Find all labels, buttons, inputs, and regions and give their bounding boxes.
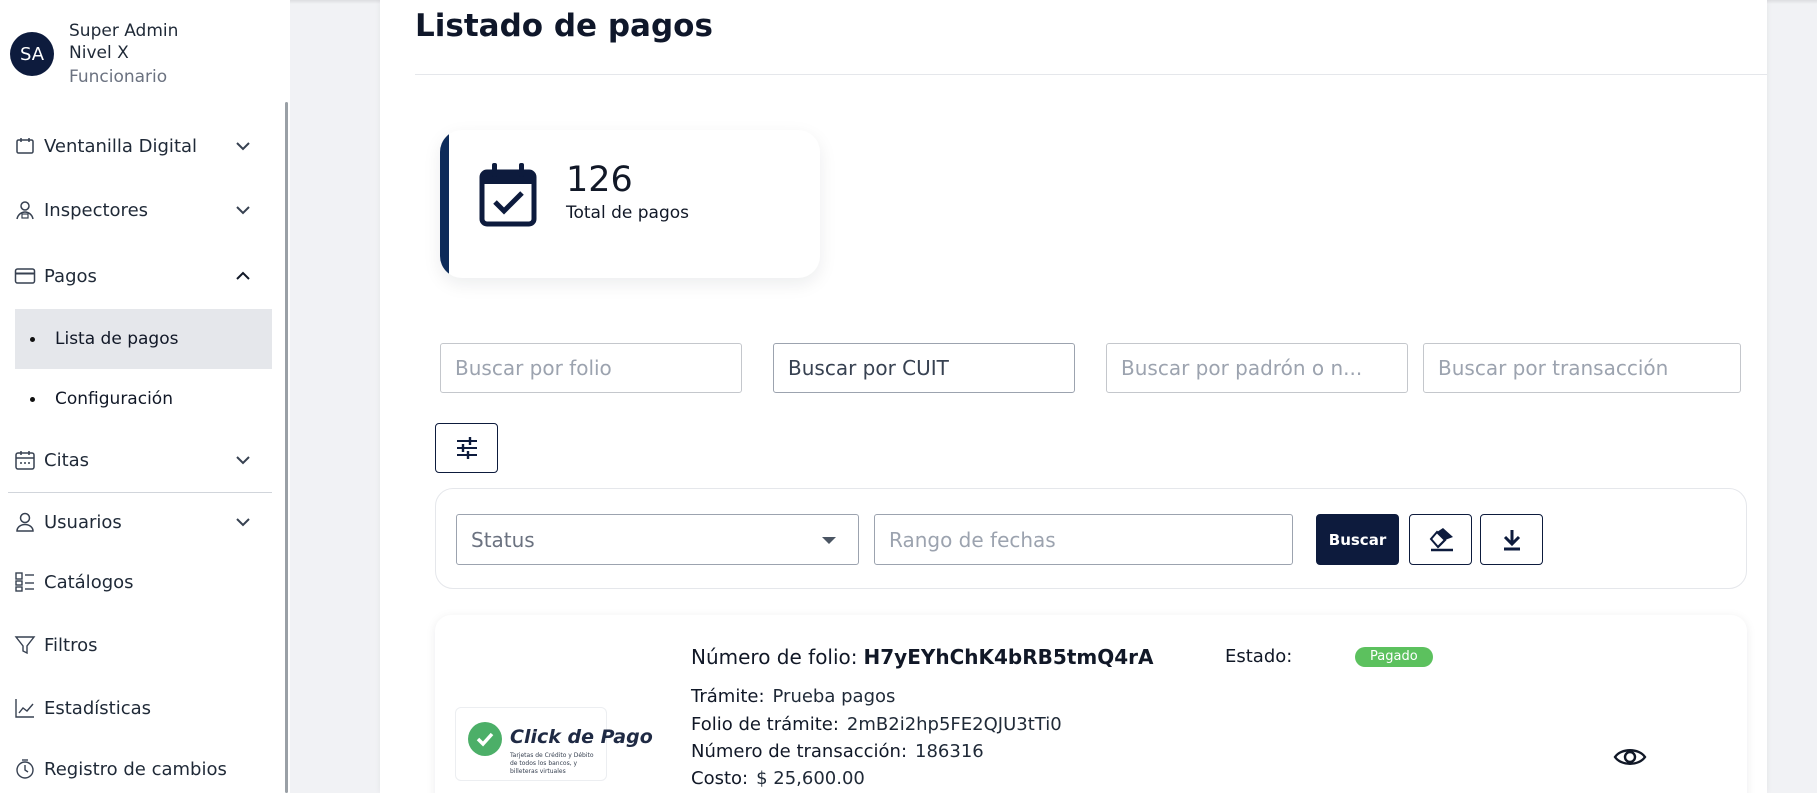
page-title: Listado de pagos: [415, 8, 713, 44]
history-icon: [14, 758, 36, 780]
sidebar: SA Super Admin Nivel X Funcionario Venta…: [0, 0, 290, 793]
payment-card: Click de Pago Tarjetas de Crédito y Débi…: [435, 615, 1747, 793]
date-range-input[interactable]: Rango de fechas: [874, 514, 1293, 565]
logo-subtitle: Tarjetas de Crédito y Débito de todos lo…: [510, 752, 594, 775]
sidebar-subitem-lista-de-pagos[interactable]: Lista de pagos: [15, 309, 272, 369]
sidebar-item-pagos[interactable]: Pagos: [14, 256, 272, 296]
view-details-eye-icon[interactable]: [1613, 745, 1647, 769]
main-content: Listado de pagos 126 Total de pagos Busc…: [380, 0, 1767, 793]
search-folio-input[interactable]: Buscar por folio: [440, 343, 742, 393]
sidebar-item-label: Estadísticas: [44, 697, 152, 719]
total-payments-label: Total de pagos: [566, 203, 690, 223]
bullet-icon: [30, 396, 35, 402]
tramite-value: Prueba pagos: [772, 686, 896, 707]
costo-row: Costo: $ 25,600.00: [691, 768, 865, 789]
transaccion-value: 186316: [915, 741, 984, 762]
stat-accent-bar: [440, 130, 449, 278]
user-level: Nivel X: [69, 43, 129, 63]
sidebar-item-usuarios[interactable]: Usuarios: [14, 502, 272, 542]
sidebar-item-label: Pagos: [44, 265, 97, 287]
sidebar-item-citas[interactable]: Citas: [14, 440, 272, 480]
status-badge: Pagado: [1355, 647, 1433, 667]
toggle-filters-button[interactable]: [435, 423, 498, 473]
sidebar-item-inspectores[interactable]: Inspectores: [14, 190, 272, 230]
title-divider: [415, 74, 1767, 75]
sidebar-subitem-configuracion[interactable]: Configuración: [15, 369, 272, 429]
window-icon: [14, 135, 36, 157]
status-select-label: Status: [471, 527, 535, 552]
sidebar-item-label: Filtros: [44, 634, 98, 656]
logo-title: Click de Pago: [510, 726, 653, 748]
avatar[interactable]: SA: [10, 32, 54, 76]
folio-tramite-value: 2mB2i2hp5FE2QJU3tTi0: [846, 714, 1062, 735]
tramite-label: Trámite:: [691, 686, 765, 707]
chevron-down-icon[interactable]: [234, 137, 252, 155]
credit-card-icon: [14, 265, 36, 287]
check-circle-icon: [468, 722, 502, 756]
eraser-icon: [1429, 527, 1453, 551]
sidebar-item-registro-de-cambios[interactable]: Registro de cambios: [14, 749, 272, 789]
folio-number-label: Número de folio:: [691, 645, 858, 669]
inspector-icon: [14, 199, 36, 221]
user-name: Super Admin: [69, 21, 179, 41]
chart-icon: [14, 697, 36, 719]
folio-number-value: H7yEYhChK4bRB5tmQ4rA: [863, 645, 1154, 669]
sidebar-item-filtros[interactable]: Filtros: [14, 625, 272, 665]
calendar-icon: [14, 449, 36, 471]
sidebar-item-label: Catálogos: [44, 571, 134, 593]
costo-value: $ 25,600.00: [756, 768, 865, 789]
chevron-down-icon[interactable]: [234, 513, 252, 531]
sidebar-item-label: Inspectores: [44, 199, 149, 221]
filter-icon: [14, 634, 36, 656]
tramite-row: Trámite: Prueba pagos: [691, 686, 895, 707]
sidebar-scrollbar[interactable]: [285, 102, 288, 793]
folio-tramite-row: Folio de trámite: 2mB2i2hp5FE2QJU3tTi0: [691, 714, 1062, 735]
search-transaccion-input[interactable]: Buscar por transacción: [1423, 343, 1741, 393]
sliders-icon: [456, 437, 477, 459]
total-payments-card: 126 Total de pagos: [440, 130, 820, 278]
sidebar-item-catalogos[interactable]: Catálogos: [14, 562, 272, 602]
download-icon: [1503, 529, 1520, 550]
transaccion-row: Número de transacción: 186316: [691, 741, 984, 762]
sidebar-item-ventanilla-digital[interactable]: Ventanilla Digital: [14, 126, 272, 166]
clear-filters-button[interactable]: [1409, 514, 1472, 565]
status-select[interactable]: Status: [456, 514, 859, 565]
caret-down-icon: [822, 537, 836, 544]
folio-tramite-label: Folio de trámite:: [691, 714, 839, 735]
search-cuit-input[interactable]: Buscar por CUIT: [773, 343, 1075, 393]
sidebar-item-label: Citas: [44, 449, 90, 471]
chevron-down-icon[interactable]: [234, 201, 252, 219]
sidebar-item-label: Ventanilla Digital: [44, 135, 198, 157]
user-role: Funcionario: [69, 67, 168, 87]
chevron-down-icon[interactable]: [234, 451, 252, 469]
sidebar-item-label: Registro de cambios: [44, 758, 227, 780]
search-padron-input[interactable]: Buscar por padrón o n...: [1106, 343, 1408, 393]
filter-panel: Status Rango de fechas Buscar: [435, 488, 1747, 589]
sidebar-divider: [8, 492, 272, 493]
calendar-check-icon: [479, 163, 537, 227]
costo-label: Costo:: [691, 768, 749, 789]
search-button[interactable]: Buscar: [1316, 514, 1399, 565]
total-payments-value: 126: [566, 160, 633, 200]
folio-number: Número de folio: H7yEYhChK4bRB5tmQ4rA: [691, 645, 1153, 669]
sidebar-item-estadisticas[interactable]: Estadísticas: [14, 688, 272, 728]
sidebar-item-label: Usuarios: [44, 511, 122, 533]
estado-label: Estado:: [1225, 646, 1293, 667]
bullet-icon: [30, 336, 35, 342]
sidebar-subitem-label: Lista de pagos: [55, 329, 179, 349]
transaccion-label: Número de transacción:: [691, 741, 908, 762]
catalog-icon: [14, 571, 36, 593]
download-button[interactable]: [1480, 514, 1543, 565]
user-icon: [14, 511, 36, 533]
chevron-up-icon[interactable]: [234, 267, 252, 285]
click-de-pago-logo: Click de Pago Tarjetas de Crédito y Débi…: [455, 707, 653, 781]
sidebar-subitem-label: Configuración: [55, 389, 173, 409]
